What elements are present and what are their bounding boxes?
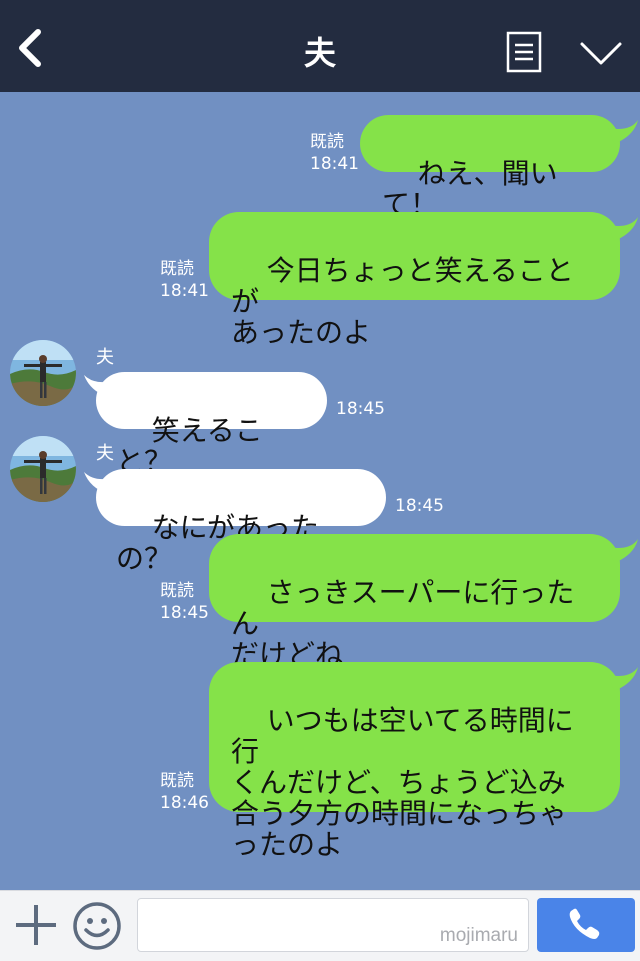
message-bubble-incoming[interactable]: なにがあったの？ (96, 469, 386, 574)
phone-icon (569, 908, 600, 939)
sender-name: 夫 (96, 347, 114, 368)
message-time: 18:45 (336, 399, 385, 419)
sender-name: 夫 (96, 443, 114, 464)
notes-button[interactable] (506, 31, 542, 73)
message-meta: 既読 18:41 (160, 258, 209, 302)
message-bubble-outgoing[interactable]: 今日ちょっと笑えることが あったのよ (209, 212, 620, 348)
read-receipt: 既読 (160, 771, 194, 791)
message-time: 18:41 (160, 281, 209, 301)
chevron-down-icon (580, 42, 622, 65)
message-bubble-outgoing[interactable]: ねえ、聞いて！ (360, 115, 620, 220)
avatar-photo-icon (10, 340, 76, 406)
expand-menu-button[interactable] (578, 38, 624, 68)
message-text: 今日ちょっと笑えることが あったのよ (231, 254, 574, 349)
list-icon (506, 31, 542, 73)
emoji-button[interactable] (72, 901, 122, 951)
message-input[interactable]: mojimaru (137, 898, 529, 952)
message-meta: 既読 18:46 (160, 770, 209, 814)
message-text: さっきスーパーに行ったん だけどね (231, 576, 575, 671)
bubble-tail (608, 667, 638, 691)
message-time: 18:46 (160, 793, 209, 813)
add-button[interactable] (14, 903, 58, 947)
avatar[interactable] (10, 436, 76, 502)
smiley-icon (73, 902, 121, 950)
chat-header: 夫 (0, 0, 640, 92)
avatar[interactable] (10, 340, 76, 406)
input-bar: mojimaru (0, 890, 640, 961)
chat-title: 夫 (303, 34, 336, 72)
message-time: 18:45 (160, 603, 209, 623)
watermark-text: mojimaru (439, 925, 518, 946)
read-receipt: 既読 (160, 259, 194, 279)
back-button[interactable] (14, 26, 54, 70)
message-text: いつもは空いてる時間に行 くんだけど、ちょうど込み 合う夕方の時間になっちゃ っ… (231, 704, 574, 861)
message-meta: 既読 18:45 (160, 580, 209, 624)
message-bubble-outgoing[interactable]: いつもは空いてる時間に行 くんだけど、ちょうど込み 合う夕方の時間になっちゃ っ… (209, 662, 620, 860)
chevron-left-icon (19, 29, 41, 67)
message-time: 18:45 (395, 496, 444, 516)
message-meta: 既読 18:41 (310, 131, 359, 175)
message-bubble-outgoing[interactable]: さっきスーパーに行ったん だけどね (209, 534, 620, 670)
bubble-tail (608, 120, 638, 144)
plus-icon (16, 905, 56, 945)
bubble-tail (608, 217, 638, 241)
read-receipt: 既読 (310, 132, 344, 152)
read-receipt: 既読 (160, 581, 194, 601)
avatar-photo-icon (10, 436, 76, 502)
message-bubble-incoming[interactable]: 笑えること？ (96, 372, 327, 477)
bubble-tail (608, 539, 638, 563)
message-list[interactable]: 既読 18:41 ねえ、聞いて！ 既読 18:41 今日ちょっと笑えることが あ… (0, 92, 640, 890)
message-time: 18:41 (310, 154, 359, 174)
call-button[interactable] (537, 898, 635, 952)
